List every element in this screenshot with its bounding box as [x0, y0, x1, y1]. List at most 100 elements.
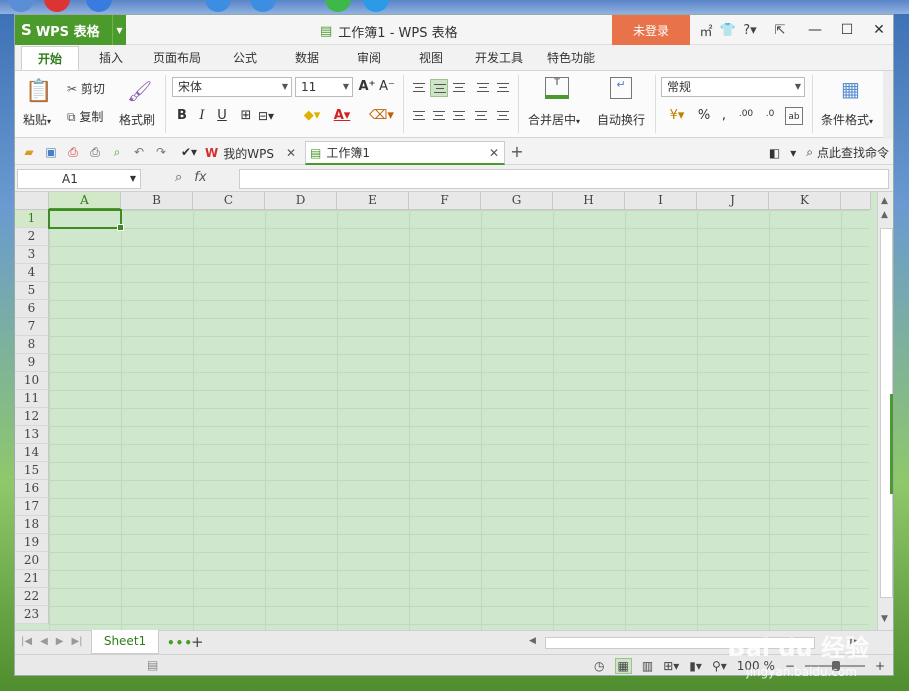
dock-app-icon[interactable] [363, 0, 389, 12]
column-header[interactable]: F [409, 192, 481, 210]
scroll-up-icon[interactable]: ▲ [881, 210, 888, 220]
formula-input[interactable] [239, 169, 889, 189]
tab-features[interactable]: 特色功能 [541, 46, 601, 70]
add-sheet-button[interactable]: + [191, 633, 204, 651]
format-painter-icon[interactable]: 🖌 [127, 79, 152, 103]
dock-app-icon[interactable] [86, 0, 112, 12]
eye-care-icon[interactable]: ▮▾ [689, 659, 702, 673]
first-sheet-icon[interactable]: |◀ [21, 636, 32, 647]
scroll-down-icon[interactable]: ▼ [881, 614, 888, 624]
next-sheet-icon[interactable]: ▶ [56, 636, 64, 647]
row-header[interactable]: 11 [15, 390, 49, 408]
name-box[interactable]: A1 ▼ [17, 169, 141, 189]
column-header[interactable]: K [769, 192, 841, 210]
zoom-in-icon[interactable]: + [875, 659, 885, 673]
column-header[interactable]: I [625, 192, 697, 210]
tab-review[interactable]: 审阅 [347, 46, 391, 70]
row-header[interactable]: 12 [15, 408, 49, 426]
row-header[interactable]: 3 [15, 246, 49, 264]
tab-page-layout[interactable]: 页面布局 [147, 46, 207, 70]
doc-tab-workbook[interactable]: ▤ 工作簿1 ✕ [305, 141, 505, 165]
dock-app-icon[interactable] [325, 0, 351, 12]
column-header[interactable]: H [553, 192, 625, 210]
column-header[interactable]: E [337, 192, 409, 210]
italic-button[interactable]: I [193, 107, 211, 125]
scroll-up-icon[interactable]: ▲ [881, 196, 888, 206]
active-cell-a1[interactable] [48, 209, 124, 231]
redo-icon[interactable]: ↷ [153, 144, 169, 160]
dock-app-icon[interactable] [205, 0, 231, 12]
number-format-select[interactable]: 常规 ▼ [661, 77, 805, 97]
fill-color-icon[interactable]: ◆▾ [303, 107, 321, 125]
row-header[interactable]: 16 [15, 480, 49, 498]
tab-view[interactable]: 视图 [409, 46, 453, 70]
side-panel-toggle[interactable] [890, 394, 893, 494]
cut-button[interactable]: ✂ 剪切 [67, 80, 105, 97]
align-bottom-icon[interactable] [450, 79, 468, 97]
row-header[interactable]: 17 [15, 498, 49, 516]
tab-home[interactable]: 开始 [21, 46, 79, 70]
align-middle-icon[interactable] [430, 79, 448, 97]
currency-icon[interactable]: ¥▾ [665, 107, 689, 125]
zoom-search-icon[interactable]: ⌕ [175, 170, 182, 185]
copy-button[interactable]: ⧉ 复制 [67, 108, 103, 125]
search-command[interactable]: ◧ ▾ ⌕ 点此查找命令 [769, 144, 889, 161]
merge-center-button[interactable]: 合并居中▾ [528, 111, 580, 128]
comment-icon[interactable]: ▾ [790, 146, 796, 160]
tab-formulas[interactable]: 公式 [223, 46, 267, 70]
close-icon[interactable]: ✕ [863, 15, 893, 45]
row-header[interactable]: 1 [15, 210, 49, 228]
row-header[interactable]: 21 [15, 570, 49, 588]
row-header[interactable]: 13 [15, 426, 49, 444]
text-format-icon[interactable]: ab [785, 107, 803, 125]
row-header[interactable]: 10 [15, 372, 49, 390]
font-color-icon[interactable]: A▾ [333, 107, 351, 125]
border-style-icon[interactable]: ⊟▾ [257, 107, 275, 125]
cell-area[interactable] [49, 210, 869, 630]
wrap-text-icon[interactable]: ↵ [610, 77, 632, 99]
dock-app-icon[interactable] [250, 0, 276, 12]
row-header[interactable]: 9 [15, 354, 49, 372]
indent-decrease-icon[interactable] [474, 79, 492, 97]
more-sheets-icon[interactable]: ••• [167, 636, 193, 650]
minimize-icon[interactable]: — [799, 15, 831, 45]
select-all-corner[interactable] [15, 192, 49, 210]
align-center-icon[interactable] [430, 107, 448, 125]
sheet-tab-sheet1[interactable]: Sheet1 [91, 630, 159, 654]
decrease-font-icon[interactable]: A⁻ [378, 78, 396, 96]
dock-app-icon[interactable] [8, 0, 34, 12]
bold-button[interactable]: B [173, 107, 191, 125]
reading-layout-icon[interactable]: ⊞▾ [663, 659, 679, 673]
paste-button[interactable]: 粘贴▾ [23, 111, 51, 128]
close-icon[interactable]: ✕ [489, 146, 499, 160]
login-button[interactable]: 未登录 [612, 15, 690, 45]
new-tab-icon[interactable]: + [509, 144, 525, 160]
font-name-select[interactable]: 宋体 ▼ [172, 77, 292, 97]
maximize-icon[interactable]: ☐ [831, 15, 863, 45]
paste-icon[interactable]: 📋 [25, 79, 52, 104]
help-icon[interactable]: ?▾ [739, 23, 761, 38]
prev-sheet-icon[interactable]: ◀ [40, 636, 48, 647]
align-top-icon[interactable] [410, 79, 428, 97]
tab-insert[interactable]: 插入 [89, 46, 133, 70]
location-icon[interactable]: ⚲▾ [712, 659, 727, 673]
row-header[interactable]: 7 [15, 318, 49, 336]
pdf-export-icon[interactable]: ⎙ [65, 144, 81, 160]
dock-app-icon[interactable] [44, 0, 70, 12]
row-header[interactable]: 19 [15, 534, 49, 552]
tab-developer[interactable]: 开发工具 [469, 46, 529, 70]
align-left-icon[interactable] [410, 107, 428, 125]
conditional-format-button[interactable]: 条件格式▾ [821, 111, 873, 128]
fx-icon[interactable]: fx [194, 170, 206, 185]
row-header[interactable]: 6 [15, 300, 49, 318]
row-header[interactable]: 8 [15, 336, 49, 354]
skin-icon[interactable]: 👕 [717, 23, 739, 38]
undo-icon[interactable]: ↶ [131, 144, 147, 160]
conditional-format-icon[interactable]: ▦ [841, 77, 860, 101]
protect-eye-icon[interactable]: ◷ [594, 659, 604, 673]
comma-icon[interactable]: , [715, 107, 733, 125]
column-header[interactable] [841, 192, 871, 210]
row-header[interactable]: 23 [15, 606, 49, 624]
increase-font-icon[interactable]: A⁺ [358, 78, 376, 96]
app-menu-button[interactable]: S WPS 表格 ▼ [15, 15, 126, 45]
